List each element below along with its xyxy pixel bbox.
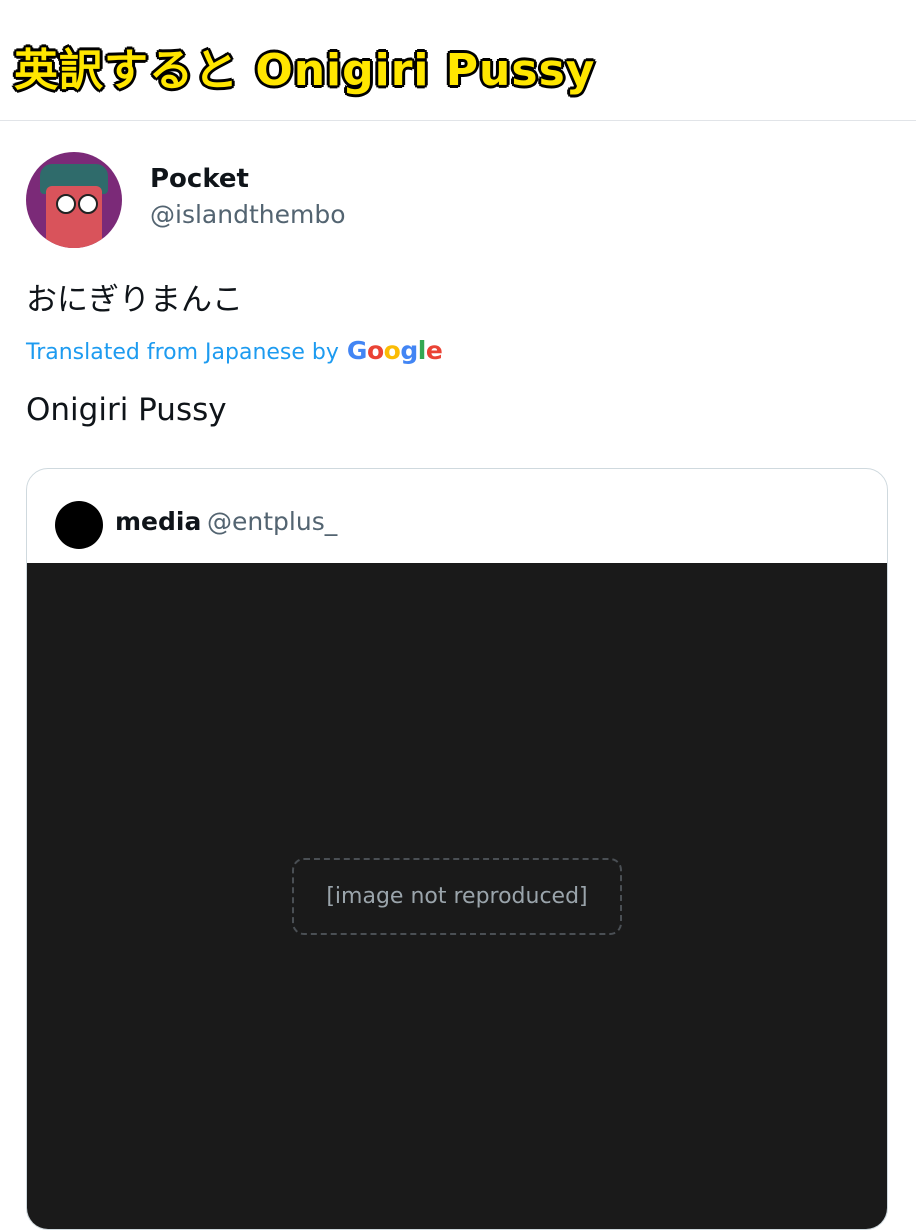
google-logo-letter: G (346, 336, 368, 365)
author-avatar[interactable] (26, 152, 122, 248)
translated-label: Translated from Japanese by (26, 340, 339, 365)
quoted-media[interactable]: [image not reproduced] (27, 563, 887, 1229)
google-logo-letter: o (366, 336, 384, 365)
quoted-tweet-card[interactable]: media @entplus_ [image not reproduced] (26, 468, 888, 1230)
google-logo-letter: g (400, 336, 418, 365)
tweet-text: おにぎりまんこ (26, 282, 243, 318)
quoted-author-avatar (55, 501, 103, 549)
google-logo: Google (346, 336, 443, 365)
google-logo-letter: e (425, 336, 443, 365)
quoted-author-handle: @entplus_ (207, 507, 338, 536)
google-logo-letter: o (383, 336, 401, 365)
caption-banner: 英訳すると Onigiri Pussy (0, 0, 916, 121)
avatar-eye-right (78, 194, 98, 214)
quoted-author-name: media (115, 507, 202, 536)
banner-caption: 英訳すると Onigiri Pussy (14, 45, 596, 96)
google-logo-letter: l (417, 336, 427, 365)
translation-attribution[interactable]: Translated from Japanese by Google (26, 336, 443, 365)
media-placeholder: [image not reproduced] (292, 857, 622, 935)
author-handle[interactable]: @islandthembo (150, 200, 346, 229)
avatar-eye-left (56, 194, 76, 214)
translation-text: Onigiri Pussy (26, 392, 227, 428)
author-name[interactable]: Pocket (150, 164, 249, 194)
